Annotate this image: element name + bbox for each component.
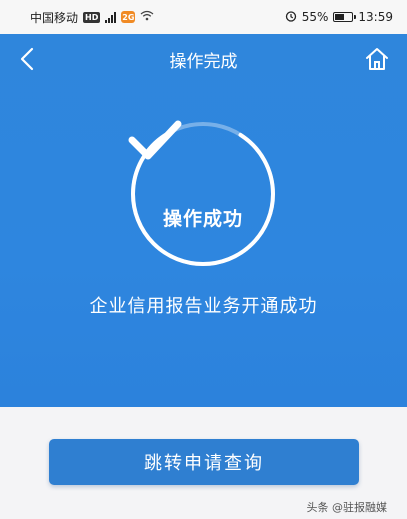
battery-icon (333, 12, 357, 22)
home-button[interactable] (363, 45, 391, 73)
hd-badge: HD (83, 11, 101, 23)
success-ring: 操作成功 (127, 118, 279, 270)
status-right: 55% 13:59 (285, 10, 393, 25)
battery-percent: 55% (301, 10, 329, 24)
alarm-icon (285, 10, 297, 25)
app-notification-icon: 2G (121, 11, 136, 23)
carrier-name: 中国移动 (30, 10, 79, 25)
chevron-left-icon (20, 47, 34, 71)
status-left: 中国移动 HD 2G (30, 9, 154, 26)
status-label: 操作成功 (162, 208, 243, 230)
wifi-icon (140, 10, 154, 24)
signal-icon (105, 11, 117, 23)
action-area: 跳转申请查询 头条 @驻报融媒 (0, 407, 407, 519)
battery-fill (335, 14, 345, 20)
clock-time: 13:59 (358, 10, 393, 24)
go-to-application-query-button[interactable]: 跳转申请查询 (49, 439, 359, 485)
nav-bar: 操作完成 (0, 34, 407, 84)
result-message: 企业信用报告业务开通成功 (89, 296, 318, 317)
watermark: 头条 @驻报融媒 (306, 501, 388, 514)
checkmark-icon (128, 120, 182, 160)
back-button[interactable] (14, 46, 40, 72)
status-bar: 中国移动 HD 2G 55% 13:59 (0, 0, 407, 34)
home-icon (366, 48, 388, 70)
page-title: 操作完成 (169, 51, 238, 72)
result-hero: 操作完成 操作成功 企业信用报告业务开通成功 (0, 34, 407, 407)
